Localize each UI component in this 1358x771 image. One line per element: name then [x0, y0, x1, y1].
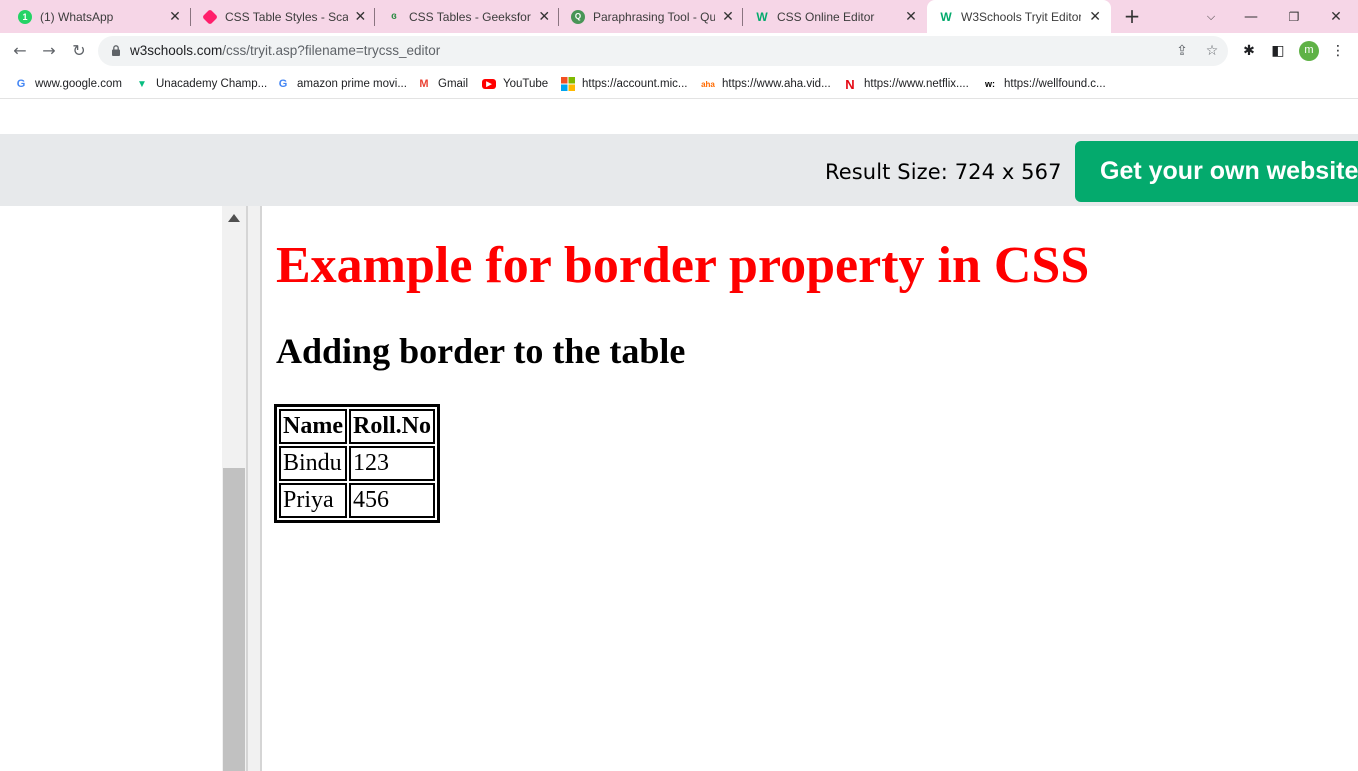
tab-css-online-editor[interactable]: W CSS Online Editor ✕	[743, 0, 927, 33]
table-cell: 123	[348, 446, 435, 481]
result-pane: Example for border property in CSS Addin…	[262, 206, 1358, 771]
tab-geeksforgeeks[interactable]: ɞ CSS Tables - GeeksforGee ✕	[375, 0, 559, 33]
tab-title: CSS Online Editor	[777, 9, 875, 24]
restore-button[interactable]: ❐	[1274, 0, 1314, 33]
bookmark-item[interactable]: G www.google.com	[14, 76, 122, 92]
close-icon[interactable]: ✕	[721, 9, 735, 25]
forward-arrow-icon[interactable]: →	[37, 39, 61, 63]
close-icon[interactable]: ✕	[537, 9, 551, 25]
scrollbar-thumb[interactable]	[223, 468, 245, 771]
netflix-icon: N	[845, 76, 855, 92]
pane-resize-handle[interactable]	[246, 206, 262, 771]
scaler-icon	[202, 8, 218, 25]
table-row: Bindu 123	[279, 446, 435, 481]
table-header-cell: Name	[279, 409, 347, 444]
tab-scaler[interactable]: CSS Table Styles - Scaler T ✕	[191, 0, 375, 33]
geeksforgeeks-icon: ɞ	[391, 11, 397, 22]
tab-title: Paraphrasing Tool - QuillB	[593, 9, 715, 24]
side-panel-icon[interactable]: ◧	[1266, 39, 1290, 63]
google-icon: G	[16, 78, 26, 90]
quillbot-icon: Q	[571, 9, 585, 24]
url-text: w3schools.com/css/tryit.asp?filename=try…	[130, 43, 440, 58]
bookmark-item[interactable]: G amazon prime movi...	[276, 76, 407, 92]
new-tab-button[interactable]: +	[1121, 5, 1143, 27]
table-header-row: Name Roll.No	[279, 409, 435, 444]
bookmark-item[interactable]: ▶ YouTube	[482, 76, 548, 92]
close-icon[interactable]: ✕	[903, 9, 919, 25]
microsoft-icon	[561, 77, 575, 91]
aha-icon: aha	[701, 79, 715, 89]
whatsapp-icon: 1	[18, 9, 32, 24]
bookmark-item[interactable]: aha https://www.aha.vid...	[701, 76, 831, 92]
tab-title: (1) WhatsApp	[40, 9, 114, 24]
tryit-top-strip	[0, 100, 1358, 134]
extensions-puzzle-icon[interactable]: ✱	[1237, 39, 1261, 63]
menu-kebab-icon[interactable]: ⋮	[1326, 39, 1350, 63]
section-heading: Adding border to the table	[276, 331, 686, 371]
table-header-cell: Roll.No	[348, 409, 435, 444]
code-editor-pane[interactable]	[0, 206, 222, 771]
tab-strip: 1 (1) WhatsApp ✕ CSS Table Styles - Scal…	[0, 0, 1358, 33]
avatar[interactable]: m	[1299, 41, 1319, 61]
close-icon[interactable]: ✕	[1087, 9, 1103, 25]
close-icon[interactable]: ✕	[354, 9, 367, 25]
url-domain: w3schools.com	[130, 43, 223, 58]
page-title: Example for border property in CSS	[276, 237, 1090, 294]
unacademy-icon: ▼	[137, 78, 147, 90]
minimize-button[interactable]: —	[1231, 0, 1271, 33]
bookmark-label: https://www.netflix....	[864, 78, 969, 90]
bookmark-label: YouTube	[503, 78, 549, 90]
editor-scrollbar[interactable]	[222, 206, 246, 771]
scroll-up-arrow-icon[interactable]	[228, 214, 240, 222]
window-close-button[interactable]: ✕	[1316, 0, 1356, 33]
table-cell: Priya	[279, 483, 347, 518]
table-row: Priya 456	[279, 483, 435, 518]
bookmark-label: https://www.aha.vid...	[722, 78, 831, 90]
address-bar[interactable]: w3schools.com/css/tryit.asp?filename=try…	[98, 36, 1228, 66]
bookmarks-bar: G www.google.com ▼ Unacademy Champ... G …	[0, 69, 1358, 99]
result-size-label: Result Size: 724 x 567	[825, 160, 1062, 184]
w3schools-icon: W	[940, 9, 952, 24]
tab-search-chevron-icon[interactable]: ⌵	[1191, 0, 1231, 33]
get-your-own-website-button[interactable]: Get your own website	[1075, 141, 1358, 202]
bookmark-item[interactable]: M Gmail	[417, 76, 468, 92]
bookmark-label: amazon prime movi...	[297, 78, 407, 90]
tab-title: CSS Table Styles - Scaler T	[225, 9, 348, 24]
bookmark-label: www.google.com	[35, 78, 122, 90]
bookmark-label: https://wellfound.c...	[1004, 78, 1106, 90]
bookmark-label: Unacademy Champ...	[156, 78, 268, 90]
w3schools-icon: W	[756, 9, 768, 24]
url-path: /css/tryit.asp?filename=trycss_editor	[222, 43, 441, 58]
tab-w3schools-tryit[interactable]: W W3Schools Tryit Editor ✕	[927, 0, 1111, 33]
bookmark-label: Gmail	[438, 78, 469, 90]
bookmark-item[interactable]: https://account.mic...	[561, 76, 687, 92]
bordered-table: Name Roll.No Bindu 123 Priya 456	[274, 404, 440, 523]
bookmark-item[interactable]: ▼ Unacademy Champ...	[135, 76, 267, 92]
close-icon[interactable]: ✕	[167, 9, 183, 25]
star-icon[interactable]: ☆	[1202, 41, 1222, 61]
back-arrow-icon[interactable]: ←	[8, 39, 32, 63]
bookmark-item[interactable]: w: https://wellfound.c...	[983, 76, 1106, 92]
google-icon: G	[278, 78, 288, 90]
tab-title: W3Schools Tryit Editor	[961, 9, 1082, 24]
youtube-icon: ▶	[482, 79, 496, 89]
bookmark-label: https://account.mic...	[582, 78, 688, 90]
browser-toolbar: ← → ↻ w3schools.com/css/tryit.asp?filena…	[0, 33, 1358, 69]
tab-title: CSS Tables - GeeksforGee	[409, 9, 531, 24]
gmail-icon: M	[419, 78, 429, 90]
lock-icon	[112, 45, 120, 56]
wellfound-icon: w:	[985, 79, 995, 89]
table-cell: 456	[348, 483, 435, 518]
share-icon[interactable]: ⇪	[1172, 41, 1192, 61]
tab-whatsapp[interactable]: 1 (1) WhatsApp ✕	[6, 0, 191, 33]
bookmark-item[interactable]: N https://www.netflix....	[843, 76, 969, 92]
reload-icon[interactable]: ↻	[67, 39, 91, 63]
table-cell: Bindu	[279, 446, 347, 481]
tab-quillbot[interactable]: Q Paraphrasing Tool - QuillB ✕	[559, 0, 743, 33]
